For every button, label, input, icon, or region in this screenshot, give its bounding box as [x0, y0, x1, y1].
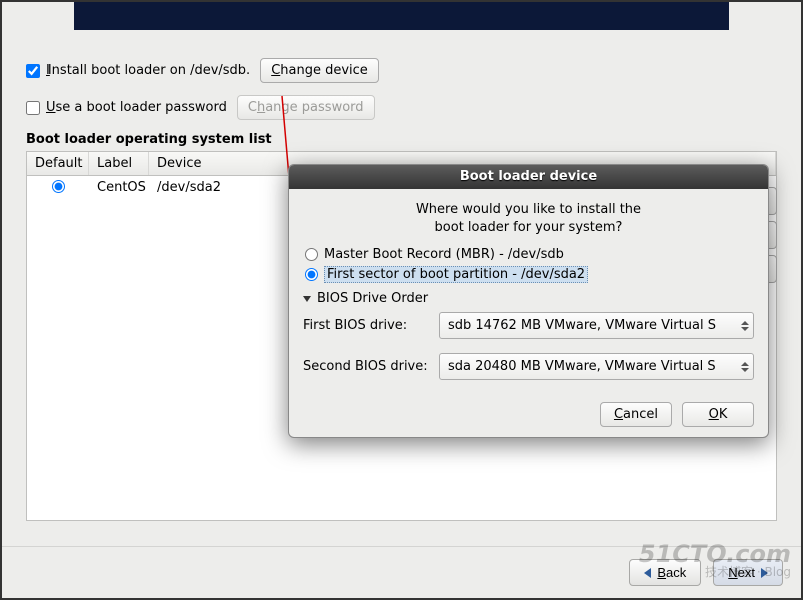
- os-list-heading: Boot loader operating system list: [26, 132, 777, 147]
- use-password-checkbox[interactable]: [26, 101, 40, 115]
- radio-mbr-label: Master Boot Record (MBR) - /dev/sdb: [324, 247, 564, 262]
- row-label: CentOS: [89, 180, 149, 197]
- radio-first-sector[interactable]: [305, 268, 318, 281]
- radio-firstsector-label: First sector of boot partition - /dev/sd…: [324, 266, 588, 283]
- back-button[interactable]: Back Back: [629, 559, 701, 586]
- spinner-icon: [741, 362, 749, 372]
- change-password-button: Change password: [237, 95, 375, 120]
- col-label[interactable]: Label: [89, 152, 149, 175]
- cancel-button[interactable]: Cancel: [600, 402, 672, 427]
- use-password-label: Use a boot loader password: [46, 100, 227, 115]
- second-bios-combo[interactable]: sda 20480 MB VMware, VMware Virtual S: [439, 353, 754, 380]
- first-bios-combo[interactable]: sdb 14762 MB VMware, VMware Virtual S: [439, 312, 754, 339]
- second-bios-label: Second BIOS drive:: [303, 359, 431, 374]
- next-button[interactable]: Next Next: [713, 559, 783, 586]
- arrow-right-icon: [761, 568, 768, 578]
- arrow-left-icon: [644, 568, 651, 578]
- header-banner: [74, 2, 729, 30]
- col-default[interactable]: Default: [27, 152, 89, 175]
- radio-firstsector-row[interactable]: First sector of boot partition - /dev/sd…: [303, 266, 754, 283]
- default-os-radio[interactable]: [52, 180, 65, 193]
- change-device-button[interactable]: CChange devicehange device: [260, 58, 379, 83]
- ok-button[interactable]: OK: [682, 402, 754, 427]
- radio-mbr-row[interactable]: Master Boot Record (MBR) - /dev/sdb: [303, 247, 754, 262]
- bios-order-expander[interactable]: BIOS Drive Order: [303, 291, 754, 306]
- first-bios-label: First BIOS drive:: [303, 318, 431, 333]
- bootloader-device-dialog: Boot loader device Where would you like …: [288, 164, 769, 438]
- dialog-title[interactable]: Boot loader device: [289, 165, 768, 189]
- radio-mbr[interactable]: [305, 248, 318, 261]
- install-bootloader-checkbox[interactable]: [26, 64, 40, 78]
- dialog-prompt: Where would you like to install the boot…: [303, 201, 754, 237]
- chevron-down-icon: [303, 296, 311, 302]
- spinner-icon: [741, 321, 749, 331]
- install-bootloader-label-text: Install boot loader on /dev/sdb.: [48, 63, 250, 78]
